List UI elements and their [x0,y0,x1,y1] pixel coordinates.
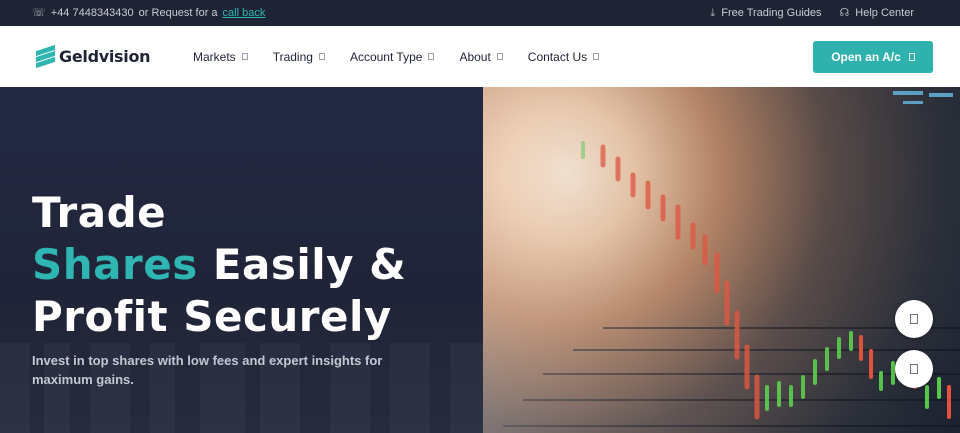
nav-item-label: About [459,49,491,64]
phone-icon: ☏ [32,6,46,19]
chat-icon [910,364,918,374]
top-bar: ☏ +44 7448343430 or Request for a call b… [0,0,960,26]
chevron-down-icon [593,53,600,60]
hero-section: Trade Shares Easily & Profit Securely In… [0,87,960,433]
help-center-link[interactable]: ☊ Help Center [840,7,914,19]
nav-item-label: Account Type [349,49,423,64]
or-text: or Request for a [138,7,218,19]
call-back-link[interactable]: call back [223,7,266,19]
nav-item-label: Trading [272,49,313,64]
whatsapp-icon [910,314,918,324]
help-center-label: Help Center [855,7,914,19]
headline-line-2: Shares Easily & [32,239,406,291]
download-icon: ⤓ [710,6,716,19]
chevron-down-icon [496,53,503,60]
contact-strip: ☏ +44 7448343430 or Request for a call b… [32,0,265,26]
top-links: ⤓ Free Trading Guides ☊ Help Center [710,0,914,26]
nav-item-contact-us[interactable]: Contact Us [527,49,600,64]
hero-headline: Trade Shares Easily & Profit Securely [32,187,406,343]
stock-chart-image [483,87,960,433]
hero-subtext: Invest in top shares with low fees and e… [32,353,383,387]
nav-item-label: Markets [193,49,236,64]
hero-text-panel: Trade Shares Easily & Profit Securely In… [0,87,483,433]
chevron-down-icon [241,53,248,60]
nav-item-markets[interactable]: Markets [193,50,248,64]
headline-line-1: Trade [32,188,167,237]
free-trading-guides-label: Free Trading Guides [721,7,822,19]
headset-icon: ☊ [839,6,850,19]
nav-item-trading[interactable]: Trading [273,50,325,64]
nav-item-account-type[interactable]: Account Type [350,50,435,64]
logo-mark-icon [36,44,55,69]
arrow-icon [908,53,915,61]
stock-ticker-illustration [483,87,960,433]
nav-menu: Markets Trading Account Type About Conta… [193,26,600,87]
logo-text: Geldvision [59,46,151,66]
nav-item-about[interactable]: About [459,49,503,64]
main-nav: Geldvision Markets Trading Account Type … [0,26,960,87]
open-account-button[interactable]: Open an A/c [813,41,933,73]
headline-line-3: Profit Securely [32,292,392,341]
headline-accent-word: Shares [32,240,198,289]
open-account-label: Open an A/c [831,50,901,64]
floating-action-button-1[interactable] [895,300,933,338]
floating-action-button-2[interactable] [895,350,933,388]
free-trading-guides-link[interactable]: ⤓ Free Trading Guides [710,7,821,19]
phone-number[interactable]: +44 7448343430 [51,7,134,19]
headline-line-2-rest: Easily & [197,240,407,289]
nav-item-label: Contact Us [527,49,588,64]
chevron-down-icon [428,53,435,60]
logo[interactable]: Geldvision [36,44,151,69]
chevron-down-icon [318,53,325,60]
